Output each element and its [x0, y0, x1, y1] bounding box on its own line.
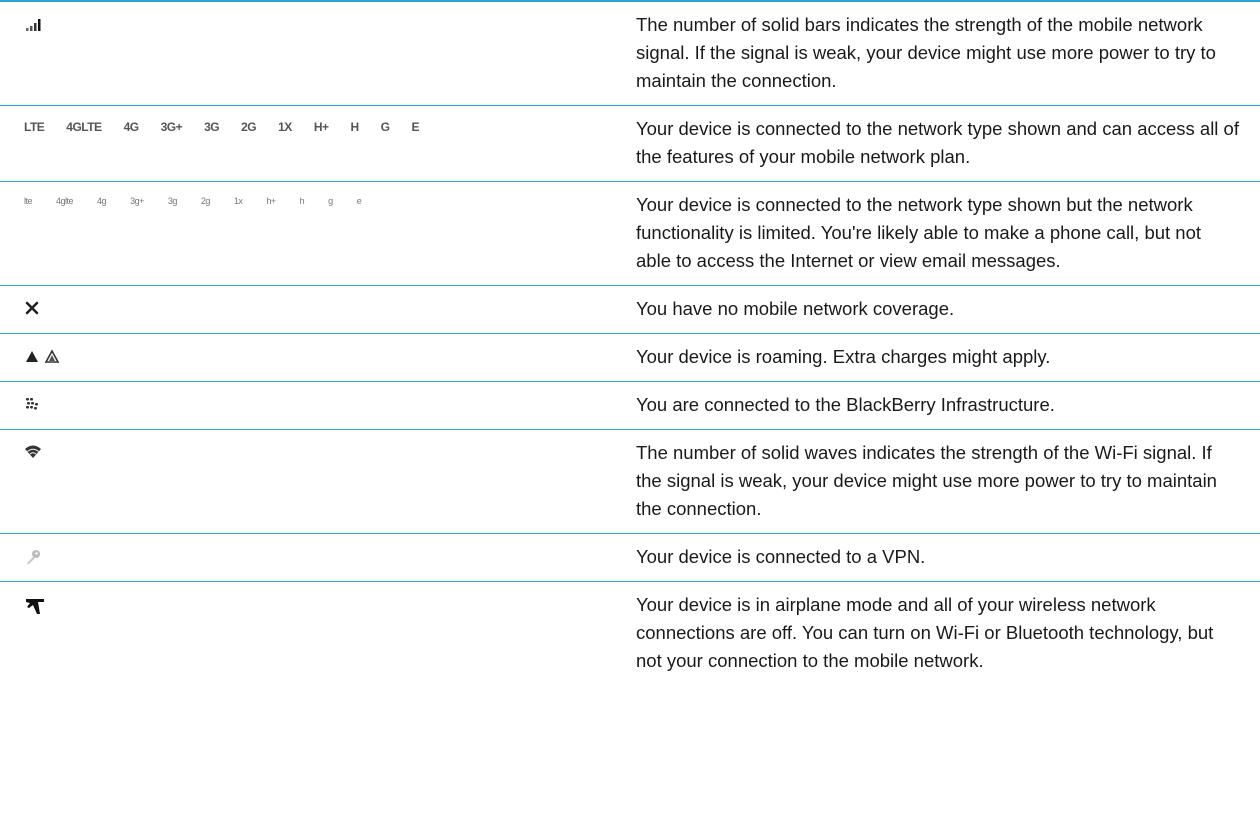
2g-limited-icon: 2g	[200, 196, 211, 206]
table-row: LTE 4GLTE 4G 3G+ 3G 2G 1X H+ H G E Your …	[0, 106, 1260, 182]
blackberry-infrastructure-icon	[24, 396, 40, 412]
h-icon: H	[350, 120, 360, 134]
g-icon: G	[380, 120, 390, 134]
description: Your device is connected to the network …	[636, 118, 1239, 167]
1x-limited-icon: 1x	[233, 196, 243, 206]
icon-cell: lte 4glte 4g 3g+ 3g 2g 1x h+ h g e	[0, 182, 636, 285]
wifi-icon	[24, 444, 42, 460]
network-type-icons: LTE 4GLTE 4G 3G+ 3G 2G 1X H+ H G E	[24, 120, 636, 134]
3g-icon: 3G	[204, 120, 220, 134]
icon-cell	[0, 430, 636, 533]
roaming-icon	[24, 348, 64, 364]
description: Your device is connected to a VPN.	[636, 546, 926, 567]
status-icon-table: The number of solid bars indicates the s…	[0, 0, 1260, 685]
description: Your device is in airplane mode and all …	[636, 594, 1214, 671]
table-row: lte 4glte 4g 3g+ 3g 2g 1x h+ h g e Your …	[0, 182, 1260, 286]
e-icon: E	[411, 120, 420, 134]
2g-icon: 2G	[241, 120, 257, 134]
no-coverage-icon	[24, 300, 40, 316]
lte-limited-icon: lte	[24, 196, 33, 206]
h-limited-icon: h	[299, 196, 305, 206]
1x-icon: 1X	[278, 120, 292, 134]
table-row: You are connected to the BlackBerry Infr…	[0, 382, 1260, 430]
lte-icon: LTE	[24, 120, 45, 134]
table-row: Your device is connected to a VPN.	[0, 534, 1260, 582]
3g-limited-icon: 3g	[167, 196, 178, 206]
4g-limited-icon: 4g	[97, 196, 107, 206]
table-row: Your device is roaming. Extra charges mi…	[0, 334, 1260, 382]
g-limited-icon: g	[328, 196, 333, 206]
description: Your device is roaming. Extra charges mi…	[636, 346, 1051, 367]
icon-cell	[0, 334, 636, 381]
4g-icon: 4G	[123, 120, 140, 134]
icon-cell	[0, 286, 636, 333]
4glte-limited-icon: 4glte	[56, 196, 74, 206]
h-plus-limited-icon: h+	[266, 196, 276, 206]
limited-network-type-icons: lte 4glte 4g 3g+ 3g 2g 1x h+ h g e	[24, 196, 636, 206]
h-plus-icon: H+	[313, 120, 329, 134]
description: The number of solid bars indicates the s…	[636, 14, 1216, 91]
description: You have no mobile network coverage.	[636, 298, 955, 319]
icon-cell: LTE 4GLTE 4G 3G+ 3G 2G 1X H+ H G E	[0, 106, 636, 181]
vpn-key-icon	[24, 548, 42, 566]
table-row: The number of solid waves indicates the …	[0, 430, 1260, 534]
signal-bars-icon	[24, 16, 44, 32]
icon-cell	[0, 2, 636, 105]
airplane-icon	[24, 596, 46, 616]
icon-cell	[0, 582, 636, 685]
description: The number of solid waves indicates the …	[636, 442, 1217, 519]
icon-cell	[0, 534, 636, 581]
3g-plus-limited-icon: 3g+	[130, 196, 144, 206]
table-row: Your device is in airplane mode and all …	[0, 582, 1260, 685]
description: Your device is connected to the network …	[636, 194, 1202, 271]
e-limited-icon: e	[356, 196, 362, 206]
3g-plus-icon: 3G+	[160, 120, 183, 134]
4glte-icon: 4GLTE	[66, 120, 102, 134]
icon-cell	[0, 382, 636, 429]
table-row: You have no mobile network coverage.	[0, 286, 1260, 334]
table-row: The number of solid bars indicates the s…	[0, 2, 1260, 106]
description: You are connected to the BlackBerry Infr…	[636, 394, 1055, 415]
